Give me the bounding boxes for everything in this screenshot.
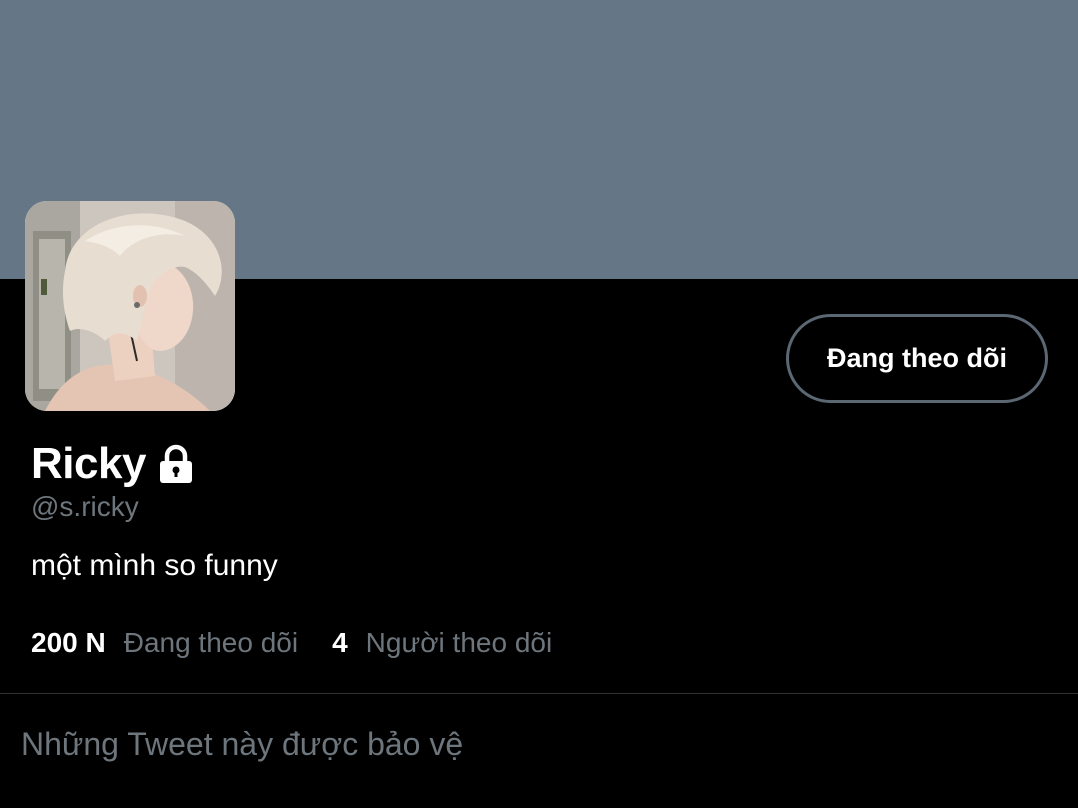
following-label: Đang theo dõi bbox=[123, 627, 299, 658]
profile-bio: một mình so funny bbox=[31, 549, 278, 582]
protected-tweets-notice: Những Tweet này được bảo vệ bbox=[21, 726, 464, 762]
followers-count: 4 bbox=[332, 627, 348, 658]
profile-name-row: Ricky bbox=[31, 437, 196, 491]
profile-handle: @s.ricky bbox=[31, 491, 139, 522]
followers-stat[interactable]: 4 Người theo dõi bbox=[332, 627, 552, 659]
followers-label: Người theo dõi bbox=[365, 627, 553, 658]
lock-icon bbox=[156, 444, 196, 484]
profile-page: Đang theo dõi Ricky @s.ricky một mình so… bbox=[0, 0, 1078, 808]
following-button[interactable]: Đang theo dõi bbox=[786, 314, 1048, 403]
display-name: Ricky bbox=[31, 439, 146, 488]
divider bbox=[0, 693, 1078, 694]
avatar[interactable] bbox=[25, 201, 235, 411]
following-count: 200 N bbox=[31, 627, 106, 658]
following-stat[interactable]: 200 N Đang theo dõi bbox=[31, 627, 298, 659]
profile-stats: 200 N Đang theo dõi 4 Người theo dõi bbox=[31, 627, 552, 659]
